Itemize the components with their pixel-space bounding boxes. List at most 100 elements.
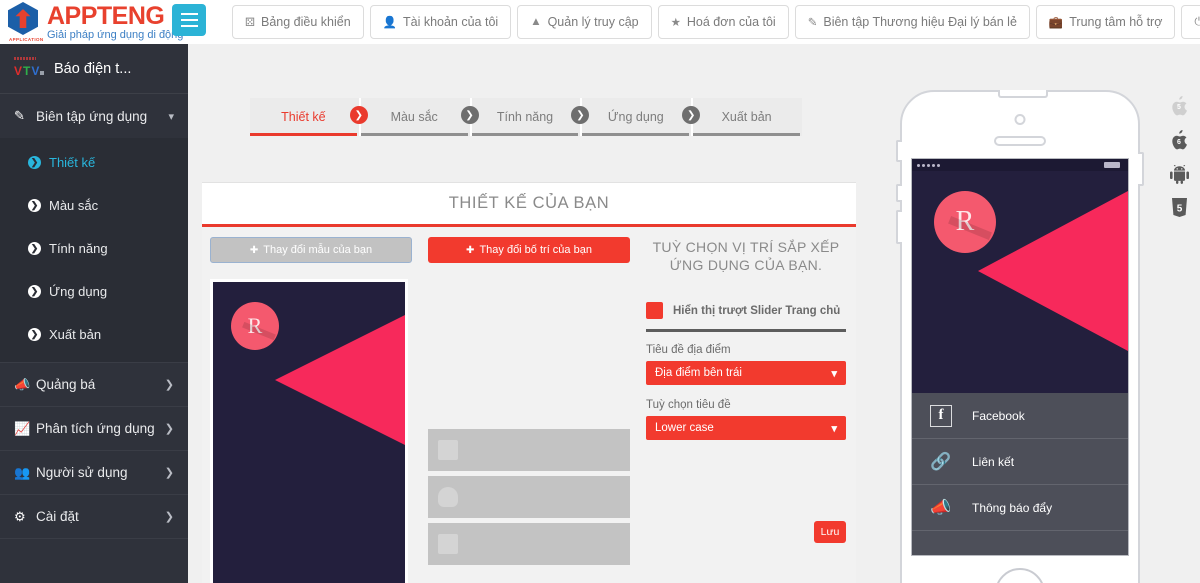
app-menu-label: Liên kết [972,454,1015,469]
chevron-right-icon: ❯ [164,511,174,523]
chevron-down-icon: ▾ [831,367,837,380]
template-preview[interactable]: R [210,279,408,583]
megaphone-icon: 📣 [14,376,31,392]
device-notch [998,90,1048,98]
html5-icon[interactable]: 5 [1168,196,1190,220]
pencil-icon: ✎ [14,108,25,123]
step-publish[interactable]: Xuất bản ❯ [693,98,802,136]
step-breadcrumb: Thiết kế ❯ Màu sắc ❯ Tính năng ❯ Ứng dụn… [250,98,802,136]
sidebar-item-users[interactable]: 👥 Người sử dụng ❯ [0,451,188,495]
sidebar-item-label: Biên tập ứng dụng [36,108,148,124]
android-icon[interactable] [1168,162,1190,186]
sidebar-item-application[interactable]: ❯ Ứng dụng [0,270,188,313]
nav-dashboard-button[interactable]: ⚄ Bảng điều khiển [232,5,364,39]
layout-row[interactable] [428,523,630,565]
design-panel: THIẾT KẾ CỦA BẠN ✚ Thay đổi mẫu của bạn … [202,182,856,583]
chevron-right-icon: ❯ [28,242,41,255]
status-right [1104,162,1123,168]
slider-checkbox[interactable] [646,302,663,319]
layout-column: ✚ Thay đổi bố trí của bạn [420,227,638,583]
sidebar-item-publish[interactable]: ❯ Xuất bản [0,313,188,356]
nav-support-center-button[interactable]: 💼 Trung tâm hỗ trợ [1035,5,1176,39]
app-logo: APPLICATION [8,2,44,42]
apple-ipad-icon[interactable]: 5 [1168,94,1190,118]
battery-icon [1104,162,1120,168]
brand-badge: APPLICATION [9,37,44,42]
sidebar-item-app-editor[interactable]: ✎ Biên tập ứng dụng ▾ [0,94,188,138]
speaker-grille [994,136,1046,146]
step-label: Tính năng [496,110,554,124]
brand-logo-area[interactable]: APPLICATION APPTENG Giải pháp ứng dụng d… [0,0,206,44]
nav-label: Bảng điều khiển [261,15,351,29]
splash-triangle [978,191,1128,351]
sidebar-item-promotion[interactable]: 📣 Quảng bá ❯ [0,363,188,407]
dashboard-icon: ⚄ [245,17,255,29]
select-value: Lower case [655,422,714,434]
nav-reseller-branding-button[interactable]: ✎ Biên tập Thương hiệu Đại lý bán lẻ [794,5,1030,39]
sidebar-item-settings[interactable]: ⚙ Cài đặt ❯ [0,495,188,539]
home-button[interactable] [995,568,1045,583]
step-colors[interactable]: Màu sắc ❯ [360,98,479,136]
vtv-letter: V [31,63,40,78]
app-menu-item-links[interactable]: 🔗 Liên kết [912,439,1128,485]
vtv-letter: V [14,63,23,78]
change-layout-button[interactable]: ✚ Thay đổi bố trí của bạn [428,237,630,263]
sidebar-item-label: Phân tích ứng dụng [36,421,155,436]
nav-label: Hoá đơn của tôi [686,15,776,29]
chevron-down-icon: ▾ [831,422,837,435]
hamburger-bar [180,19,198,21]
sidebar-item-label: Cài đặt [36,509,79,524]
nav-label: Trung tâm hỗ trợ [1069,15,1163,29]
silent-switch [896,140,902,162]
app-menu-item-partial[interactable] [912,531,1128,555]
layout-row[interactable] [428,476,630,518]
location-title-label: Tiêu đề địa điểm [646,344,731,356]
brand-title: APPTENG [47,1,165,30]
options-heading-line1: TUỲ CHỌN VỊ TRÍ SẮP XẾP [652,239,840,255]
app-menu-label: Facebook [972,408,1025,423]
sidebar-item-colors[interactable]: ❯ Màu sắc [0,184,188,227]
change-template-button[interactable]: ✚ Thay đổi mẫu của bạn [210,237,412,263]
sidebar-site-row[interactable]: V T V Báo điện t... [0,44,188,94]
slider-checkbox-row[interactable]: Hiển thị trượt Slider Trang chủ [646,302,846,319]
location-title-select[interactable]: Địa điểm bên trái ▾ [646,361,846,385]
app-menu-item-facebook[interactable]: f Facebook [912,393,1128,439]
nav-logout-button[interactable]: ⏻ Đăng xuất [1181,5,1200,39]
apple-iphone-icon[interactable]: 6 [1168,128,1190,152]
brand-subtitle: Giải pháp ứng dụng di động [47,28,184,41]
step-label: Ứng dụng [607,110,664,124]
preview-triangle-top-right [275,315,405,445]
save-button[interactable]: Lưu [814,521,846,543]
button-label: Thay đổi bố trí của bạn [479,244,592,256]
device-screen[interactable]: R f Facebook 🔗 Liên kết 📣 Thông báo đẩy [911,158,1129,556]
news-icon [438,440,458,460]
pencil-icon: ✎ [807,17,818,29]
chevron-right-icon: ❯ [349,106,368,124]
nav-my-invoices-button[interactable]: ★ Hoá đơn của tôi [657,5,789,39]
preview-app-logo: R [231,302,279,350]
volume-down-button [896,210,902,244]
layout-row[interactable] [428,429,630,471]
sidebar-item-features[interactable]: ❯ Tính năng [0,227,188,270]
app-menu-list: f Facebook 🔗 Liên kết 📣 Thông báo đẩy [912,393,1128,555]
step-features[interactable]: Tính năng ❯ [471,98,590,136]
divider [646,329,846,332]
sidebar-item-design[interactable]: ❯ Thiết kế [0,141,188,184]
sidebar-item-analytics[interactable]: 📈 Phân tích ứng dụng ❯ [0,407,188,451]
platform-switcher: 5 6 5 [1166,94,1192,220]
app-menu-label: Thông báo đẩy [972,500,1053,515]
nav-access-management-button[interactable]: ▲ Quản lý truy cập [517,5,652,39]
button-label: Thay đổi mẫu của bạn [263,244,373,256]
template-column: ✚ Thay đổi mẫu của bạn R [202,227,420,583]
hamburger-icon[interactable] [172,4,206,36]
step-design[interactable]: Thiết kế ❯ [250,98,368,136]
title-option-select[interactable]: Lower case ▾ [646,416,846,440]
users-icon: 👥 [14,464,31,480]
device-preview: R f Facebook 🔗 Liên kết 📣 Thông báo đẩy [896,90,1144,583]
options-column: TUỲ CHỌN VỊ TRÍ SẮP XẾP ỨNG DỤNG CỦA BẠN… [638,227,856,583]
chevron-down-icon: ▾ [168,110,174,123]
nav-my-account-button[interactable]: 👤 Tài khoản của tôi [369,5,512,39]
step-label: Xuất bản [721,110,772,124]
step-application[interactable]: Ứng dụng ❯ [582,98,701,136]
app-menu-item-push[interactable]: 📣 Thông báo đẩy [912,485,1128,531]
